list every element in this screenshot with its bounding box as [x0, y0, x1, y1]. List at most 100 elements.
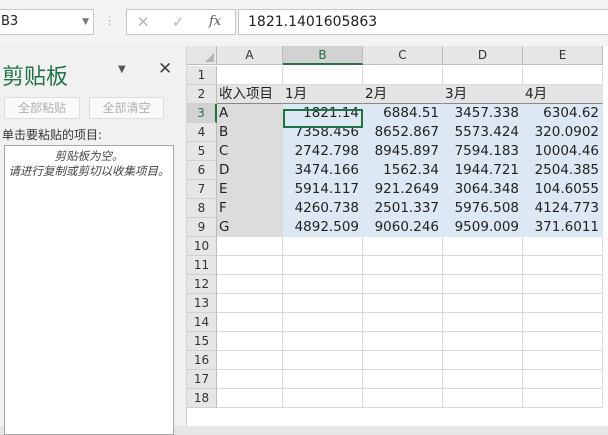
header-cell[interactable]: 2月 — [363, 85, 443, 104]
data-cell[interactable]: 3064.348 — [443, 180, 523, 199]
grid-cell[interactable] — [283, 351, 363, 370]
formula-input[interactable]: 1821.1401605863 — [238, 9, 608, 35]
grid-cell[interactable] — [523, 370, 603, 389]
close-icon[interactable]: ✕ — [158, 59, 172, 79]
row-header-10[interactable]: 10 — [187, 237, 217, 256]
header-cell[interactable]: 1月 — [283, 85, 363, 104]
row-header-3[interactable]: 3 — [187, 104, 217, 123]
data-cell[interactable]: 4124.773 — [523, 199, 603, 218]
select-all-button[interactable] — [187, 46, 217, 65]
grid-cell[interactable] — [283, 313, 363, 332]
data-cell[interactable]: 7358.456 — [283, 123, 363, 142]
row-label-cell[interactable]: E — [217, 180, 283, 199]
grid-cell[interactable] — [283, 237, 363, 256]
grid-cell[interactable] — [217, 256, 283, 275]
row-header-8[interactable]: 8 — [187, 199, 217, 218]
grid-cell[interactable] — [443, 389, 523, 408]
data-cell[interactable]: 2504.385 — [523, 161, 603, 180]
row-header-11[interactable]: 11 — [187, 256, 217, 275]
row-header-16[interactable]: 16 — [187, 351, 217, 370]
grid-cell[interactable] — [363, 256, 443, 275]
grid-cell[interactable] — [283, 256, 363, 275]
grid-cell[interactable] — [283, 389, 363, 408]
drag-handle-icon[interactable]: ⋮ — [104, 14, 115, 27]
data-cell[interactable]: 371.6011 — [523, 218, 603, 237]
data-cell[interactable]: 10004.46 — [523, 142, 603, 161]
data-cell[interactable]: 4260.738 — [283, 199, 363, 218]
grid-cell[interactable] — [523, 332, 603, 351]
row-label-cell[interactable]: D — [217, 161, 283, 180]
row-header-2[interactable]: 2 — [187, 85, 217, 104]
data-cell[interactable]: 2742.798 — [283, 142, 363, 161]
data-cell[interactable]: 9060.246 — [363, 218, 443, 237]
clipboard-items-list[interactable]: 剪贴板为空。 请进行复制或剪切以收集项目。 — [4, 145, 174, 435]
row-header-18[interactable]: 18 — [187, 389, 217, 408]
worksheet-grid[interactable]: A B C D E 1 2 3 4 5 6 7 8 9 10 11 12 13 14 15 16 17 18 收入项目 1月 2月… — [187, 46, 608, 426]
paste-all-button[interactable]: 全部粘贴 — [4, 97, 80, 119]
grid-cell[interactable] — [217, 66, 283, 85]
grid-cell[interactable] — [363, 237, 443, 256]
row-header-5[interactable]: 5 — [187, 142, 217, 161]
grid-cell[interactable] — [217, 294, 283, 313]
grid-cell[interactable] — [363, 275, 443, 294]
grid-cell[interactable] — [363, 294, 443, 313]
data-cell[interactable]: 8945.897 — [363, 142, 443, 161]
grid-cell[interactable] — [523, 66, 603, 85]
grid-cell[interactable] — [443, 351, 523, 370]
row-header-12[interactable]: 12 — [187, 275, 217, 294]
chevron-down-icon[interactable]: ▼ — [82, 10, 89, 34]
grid-cell[interactable] — [217, 389, 283, 408]
row-header-6[interactable]: 6 — [187, 161, 217, 180]
data-cell[interactable]: 3457.338 — [443, 104, 523, 123]
grid-cell[interactable] — [443, 294, 523, 313]
grid-cell[interactable] — [363, 370, 443, 389]
data-cell[interactable]: 9509.009 — [443, 218, 523, 237]
row-label-cell[interactable]: G — [217, 218, 283, 237]
data-cell[interactable]: 5573.424 — [443, 123, 523, 142]
grid-cell[interactable] — [363, 389, 443, 408]
grid-cell[interactable] — [443, 66, 523, 85]
grid-cell[interactable] — [217, 313, 283, 332]
column-header-c[interactable]: C — [363, 46, 443, 65]
grid-cell[interactable] — [523, 313, 603, 332]
grid-cell[interactable] — [523, 294, 603, 313]
data-cell[interactable]: 4892.509 — [283, 218, 363, 237]
grid-cell[interactable] — [283, 294, 363, 313]
grid-cell[interactable] — [523, 351, 603, 370]
row-header-17[interactable]: 17 — [187, 370, 217, 389]
grid-cell[interactable] — [283, 66, 363, 85]
column-header-e[interactable]: E — [523, 46, 603, 65]
pane-options-icon[interactable]: ▼ — [118, 64, 126, 75]
grid-cell[interactable] — [523, 275, 603, 294]
row-header-14[interactable]: 14 — [187, 313, 217, 332]
row-label-cell[interactable]: C — [217, 142, 283, 161]
grid-cell[interactable] — [443, 237, 523, 256]
grid-cell[interactable] — [217, 332, 283, 351]
data-cell[interactable]: 6304.62 — [523, 104, 603, 123]
row-header-9[interactable]: 9 — [187, 218, 217, 237]
header-cell[interactable]: 收入项目 — [217, 85, 283, 104]
grid-cell[interactable] — [283, 370, 363, 389]
grid-cell[interactable] — [217, 370, 283, 389]
column-header-b[interactable]: B — [283, 46, 363, 65]
cancel-icon[interactable]: ✕ — [137, 13, 150, 31]
row-header-4[interactable]: 4 — [187, 123, 217, 142]
row-label-cell[interactable]: A — [217, 104, 283, 123]
grid-cell[interactable] — [443, 256, 523, 275]
insert-function-icon[interactable]: fx — [209, 14, 221, 29]
grid-cell[interactable] — [523, 256, 603, 275]
grid-cell[interactable] — [363, 313, 443, 332]
data-cell[interactable]: 104.6055 — [523, 180, 603, 199]
data-cell[interactable]: 7594.183 — [443, 142, 523, 161]
grid-cell[interactable] — [217, 275, 283, 294]
row-header-7[interactable]: 7 — [187, 180, 217, 199]
header-cell[interactable]: 4月 — [523, 85, 603, 104]
header-cell[interactable]: 3月 — [443, 85, 523, 104]
data-cell[interactable]: 6884.51 — [363, 104, 443, 123]
row-header-1[interactable]: 1 — [187, 66, 217, 85]
grid-cell[interactable] — [217, 237, 283, 256]
data-cell[interactable]: 1562.34 — [363, 161, 443, 180]
grid-cell[interactable] — [523, 237, 603, 256]
row-header-15[interactable]: 15 — [187, 332, 217, 351]
grid-cell[interactable] — [443, 275, 523, 294]
